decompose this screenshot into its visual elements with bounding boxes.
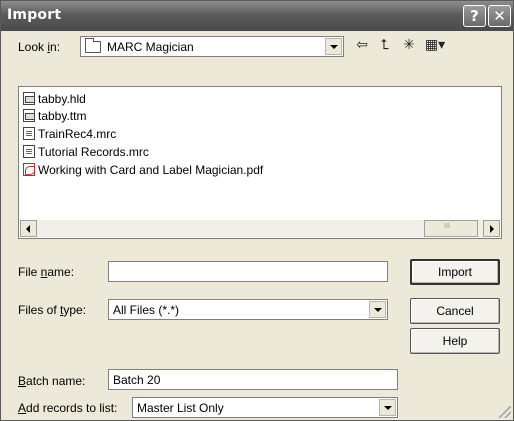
file-name-label: File name: <box>18 265 74 279</box>
files-of-type-dropdown[interactable]: All Files (*.*) <box>108 299 388 320</box>
add-records-label: Add records to list: <box>18 401 117 415</box>
add-records-label-key: A <box>18 401 27 415</box>
document-icon <box>23 145 35 158</box>
pdf-icon <box>23 163 35 176</box>
import-button[interactable]: Import <box>410 259 500 285</box>
look-in-value: MARC Magician <box>107 40 194 54</box>
file-name-label-post: ame: <box>47 265 75 279</box>
add-records-dropdown[interactable]: Master List Only <box>132 397 398 418</box>
help-button[interactable]: Help <box>410 328 500 354</box>
batch-name-label-key: B <box>18 374 27 388</box>
file-name: tabby.ttm <box>38 109 87 123</box>
file-name-input[interactable] <box>108 261 388 282</box>
back-arrow-icon[interactable]: ⇦ <box>352 36 372 54</box>
question-icon: ? <box>470 7 479 25</box>
data-file-icon <box>23 92 35 105</box>
import-dialog: Import ? ✕ Look in: MARC Magician ⇦ ⮤ ✳ … <box>0 0 514 421</box>
scroll-left-icon[interactable] <box>20 220 37 237</box>
scroll-right-icon[interactable] <box>483 220 500 237</box>
file-name-label-pre: File <box>18 265 41 279</box>
batch-name-input[interactable]: Batch 20 <box>108 369 398 390</box>
files-of-type-label: Files of type: <box>18 303 86 317</box>
horizontal-scrollbar[interactable] <box>20 220 500 237</box>
close-icon: ✕ <box>493 7 506 25</box>
file-name: Working with Card and Label Magician.pdf <box>38 163 264 177</box>
up-folder-icon[interactable]: ⮤ <box>375 36 395 54</box>
file-name: tabby.hld <box>38 92 86 106</box>
chevron-down-icon[interactable] <box>379 399 396 416</box>
window-title: Import <box>7 7 62 23</box>
chevron-down-icon[interactable] <box>325 38 342 55</box>
look-in-dropdown[interactable]: MARC Magician <box>80 36 344 57</box>
look-in-label-pre: Look <box>18 40 48 54</box>
look-in-label: Look in: <box>18 40 60 54</box>
batch-name-value: Batch 20 <box>113 373 161 387</box>
list-item[interactable]: tabby.hld <box>23 91 86 107</box>
list-item[interactable]: Tutorial Records.mrc <box>23 144 149 160</box>
list-item[interactable]: TrainRec4.mrc <box>23 126 116 142</box>
document-icon <box>23 127 35 140</box>
view-menu-icon[interactable]: ▦▾ <box>422 36 448 54</box>
new-folder-icon[interactable]: ✳ <box>399 36 419 54</box>
files-of-type-value: All Files (*.*) <box>113 303 180 317</box>
list-item[interactable]: tabby.ttm <box>23 108 86 124</box>
cancel-button[interactable]: Cancel <box>410 298 500 324</box>
close-button[interactable]: ✕ <box>488 5 511 27</box>
add-records-value: Master List Only <box>137 401 224 415</box>
batch-name-label: Batch name: <box>18 374 85 388</box>
help-title-button[interactable]: ? <box>463 5 486 27</box>
resize-grip[interactable] <box>499 406 511 418</box>
data-file-icon <box>23 109 35 122</box>
scroll-thumb[interactable] <box>424 220 478 237</box>
add-records-label-post: dd records to list: <box>26 401 118 415</box>
title-bar[interactable]: Import ? ✕ <box>1 1 513 31</box>
chevron-down-icon[interactable] <box>369 301 386 318</box>
look-in-label-post: n: <box>50 40 61 54</box>
file-list[interactable]: tabby.hld tabby.ttm TrainRec4.mrc Tutori… <box>18 86 502 239</box>
batch-name-label-post: atch name: <box>26 374 86 388</box>
file-name: TrainRec4.mrc <box>38 127 117 141</box>
list-item[interactable]: Working with Card and Label Magician.pdf <box>23 162 263 178</box>
files-of-type-label-post: ype: <box>63 303 87 317</box>
files-of-type-label-pre: Files of <box>18 303 61 317</box>
folder-icon <box>85 38 101 53</box>
file-name: Tutorial Records.mrc <box>38 145 149 159</box>
